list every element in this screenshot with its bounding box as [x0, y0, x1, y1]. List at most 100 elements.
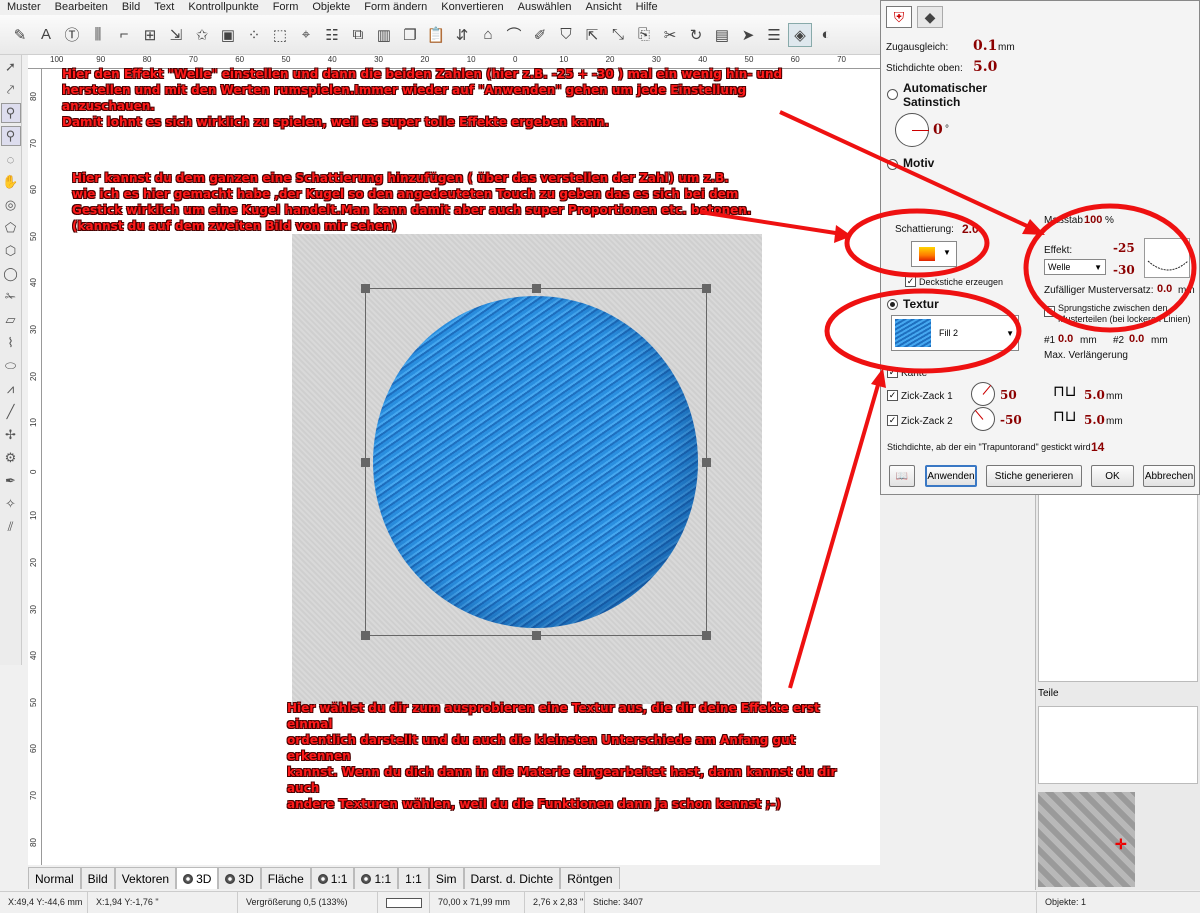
- lasso-icon[interactable]: ◌: [1, 149, 21, 169]
- effekt-value-1[interactable]: -25: [1113, 241, 1135, 255]
- stitch-order-icon[interactable]: ⇵: [450, 23, 474, 47]
- zigzag-icon[interactable]: ⩘: [1, 379, 21, 399]
- shape2-icon[interactable]: ⬭: [1, 356, 21, 376]
- view-tab[interactable]: 3D: [218, 867, 261, 889]
- monogram-icon[interactable]: Ⓣ: [60, 23, 84, 47]
- menu-bild[interactable]: Bild: [115, 0, 147, 15]
- line-icon[interactable]: ╱: [1, 402, 21, 422]
- brush-icon[interactable]: ⌇: [1, 333, 21, 353]
- speech-icon[interactable]: ◆: [917, 6, 943, 28]
- zz1-angle-dial[interactable]: [971, 382, 995, 406]
- sprungstiche-checkbox[interactable]: ✓: [1044, 306, 1055, 317]
- generate-stitches-button[interactable]: Stiche generieren: [986, 465, 1082, 487]
- view-tab[interactable]: Sim: [428, 867, 464, 889]
- zugausgleich-value[interactable]: 0.1: [973, 38, 997, 54]
- node-edit-icon[interactable]: ⌖: [294, 23, 318, 47]
- menu-kontrollpunkte[interactable]: Kontrollpunkte: [181, 0, 265, 15]
- zz1-angle[interactable]: 50: [1000, 388, 1017, 402]
- resize-handle-bl[interactable]: [361, 631, 370, 640]
- menu-ansicht[interactable]: Ansicht: [578, 0, 628, 15]
- effekt-value-2[interactable]: -30: [1113, 263, 1135, 277]
- select-arrow-icon[interactable]: ➚: [1, 57, 21, 77]
- menu-muster[interactable]: Muster: [0, 0, 48, 15]
- curve-icon[interactable]: ⌒: [502, 23, 526, 47]
- view-tab[interactable]: Fläche: [260, 867, 311, 889]
- motiv-radio[interactable]: [887, 159, 898, 170]
- pencil-icon[interactable]: ✎: [8, 23, 32, 47]
- cursor-edit-icon[interactable]: ⇱: [580, 23, 604, 47]
- apply-button[interactable]: Anwenden: [925, 465, 977, 487]
- stichdichte-oben-value[interactable]: 5.0: [973, 59, 997, 75]
- gear-icon[interactable]: ⚙: [1, 448, 21, 468]
- resize-handle-tr[interactable]: [702, 284, 711, 293]
- magic-wand-icon[interactable]: ✧: [1, 494, 21, 514]
- view-tab[interactable]: 3D: [176, 867, 219, 889]
- lock-icon[interactable]: ⌂: [476, 23, 500, 47]
- resize-handle-l[interactable]: [361, 458, 370, 467]
- view-tab[interactable]: Röntgen: [560, 867, 620, 889]
- p2-value[interactable]: 0.0: [1129, 333, 1144, 345]
- resize-handle-br[interactable]: [702, 631, 711, 640]
- menu-form-aendern[interactable]: Form ändern: [357, 0, 434, 15]
- measure-icon[interactable]: ⫽: [1, 517, 21, 537]
- menu-konvertieren[interactable]: Konvertieren: [434, 0, 510, 15]
- repeat-icon[interactable]: ↻: [684, 23, 708, 47]
- pen-tool-icon[interactable]: ✒: [1, 471, 21, 491]
- teile-list[interactable]: [1038, 706, 1198, 784]
- menu-auswaehlen[interactable]: Auswählen: [511, 0, 579, 15]
- help-book-button[interactable]: 📖: [889, 465, 915, 487]
- group-icon[interactable]: ⧉: [346, 23, 370, 47]
- new-folder-icon[interactable]: ⊞: [138, 23, 162, 47]
- deckstiche-checkbox[interactable]: ✓: [905, 276, 916, 287]
- ungroup-icon[interactable]: ▥: [372, 23, 396, 47]
- export-icon[interactable]: ⇲: [164, 23, 188, 47]
- open-shape-icon[interactable]: ⌐: [112, 23, 136, 47]
- object-properties-icon[interactable]: ◈: [788, 22, 812, 47]
- zoom-icon[interactable]: ⚲: [0, 103, 21, 123]
- menu-hilfe[interactable]: Hilfe: [629, 0, 665, 15]
- cancel-button[interactable]: Abbrechen: [1143, 465, 1195, 487]
- menu-objekte[interactable]: Objekte: [305, 0, 357, 15]
- pen-icon[interactable]: ✐: [528, 23, 552, 47]
- node-arrow-icon[interactable]: ⤤: [1, 80, 21, 100]
- resize-handle-b[interactable]: [532, 631, 541, 640]
- view-tab[interactable]: Normal: [28, 867, 81, 889]
- hand-icon[interactable]: ✋: [1, 172, 21, 192]
- schattierung-value[interactable]: 2.0: [962, 222, 979, 236]
- angle-dial[interactable]: [895, 113, 929, 147]
- send-icon[interactable]: ➤: [736, 23, 760, 47]
- fill-icon[interactable]: ◎: [1, 195, 21, 215]
- menu-bearbeiten[interactable]: Bearbeiten: [48, 0, 115, 15]
- dock-list[interactable]: [1038, 492, 1198, 682]
- paste-icon[interactable]: 📋: [424, 23, 448, 47]
- zz2-angle-dial[interactable]: [971, 407, 995, 431]
- save-icon[interactable]: ▤: [710, 23, 734, 47]
- view-tab[interactable]: Bild: [80, 867, 115, 889]
- textur-dropdown[interactable]: Fill 2 ▼: [891, 315, 1019, 351]
- frame-icon[interactable]: ▣: [216, 23, 240, 47]
- massstab-value[interactable]: 100: [1084, 214, 1102, 226]
- view-tab[interactable]: 1:1: [398, 867, 429, 889]
- align-icon[interactable]: ☷: [320, 23, 344, 47]
- ok-button[interactable]: OK: [1091, 465, 1134, 487]
- nodes-icon[interactable]: ⁘: [242, 23, 266, 47]
- stamp-icon[interactable]: ▱: [1, 310, 21, 330]
- zufall-value[interactable]: 0.0: [1157, 283, 1172, 295]
- kante-checkbox[interactable]: ✓: [887, 367, 898, 378]
- copy-object-icon[interactable]: ⎘: [632, 23, 656, 47]
- text-tool-icon[interactable]: A: [34, 23, 58, 47]
- vertical-text-icon[interactable]: ⫼: [86, 23, 110, 47]
- zoom-1-icon[interactable]: ⚲: [0, 126, 21, 146]
- shirt-icon[interactable]: ⛉: [554, 23, 578, 47]
- shield-icon[interactable]: ⛨: [886, 6, 912, 28]
- trapunto-value[interactable]: 14: [1091, 440, 1104, 454]
- effekt-dropdown[interactable]: Welle ▼: [1044, 259, 1106, 275]
- delete-icon[interactable]: ✂: [658, 23, 682, 47]
- shading-selector[interactable]: ▼: [911, 241, 957, 267]
- resize-handle-tl[interactable]: [361, 284, 370, 293]
- cut-tool-icon[interactable]: ✁: [1, 287, 21, 307]
- menu-text[interactable]: Text: [147, 0, 181, 15]
- zz1-length[interactable]: 5.0: [1084, 388, 1105, 402]
- resize-handle-r[interactable]: [702, 458, 711, 467]
- shape-icon[interactable]: ⬠: [1, 218, 21, 238]
